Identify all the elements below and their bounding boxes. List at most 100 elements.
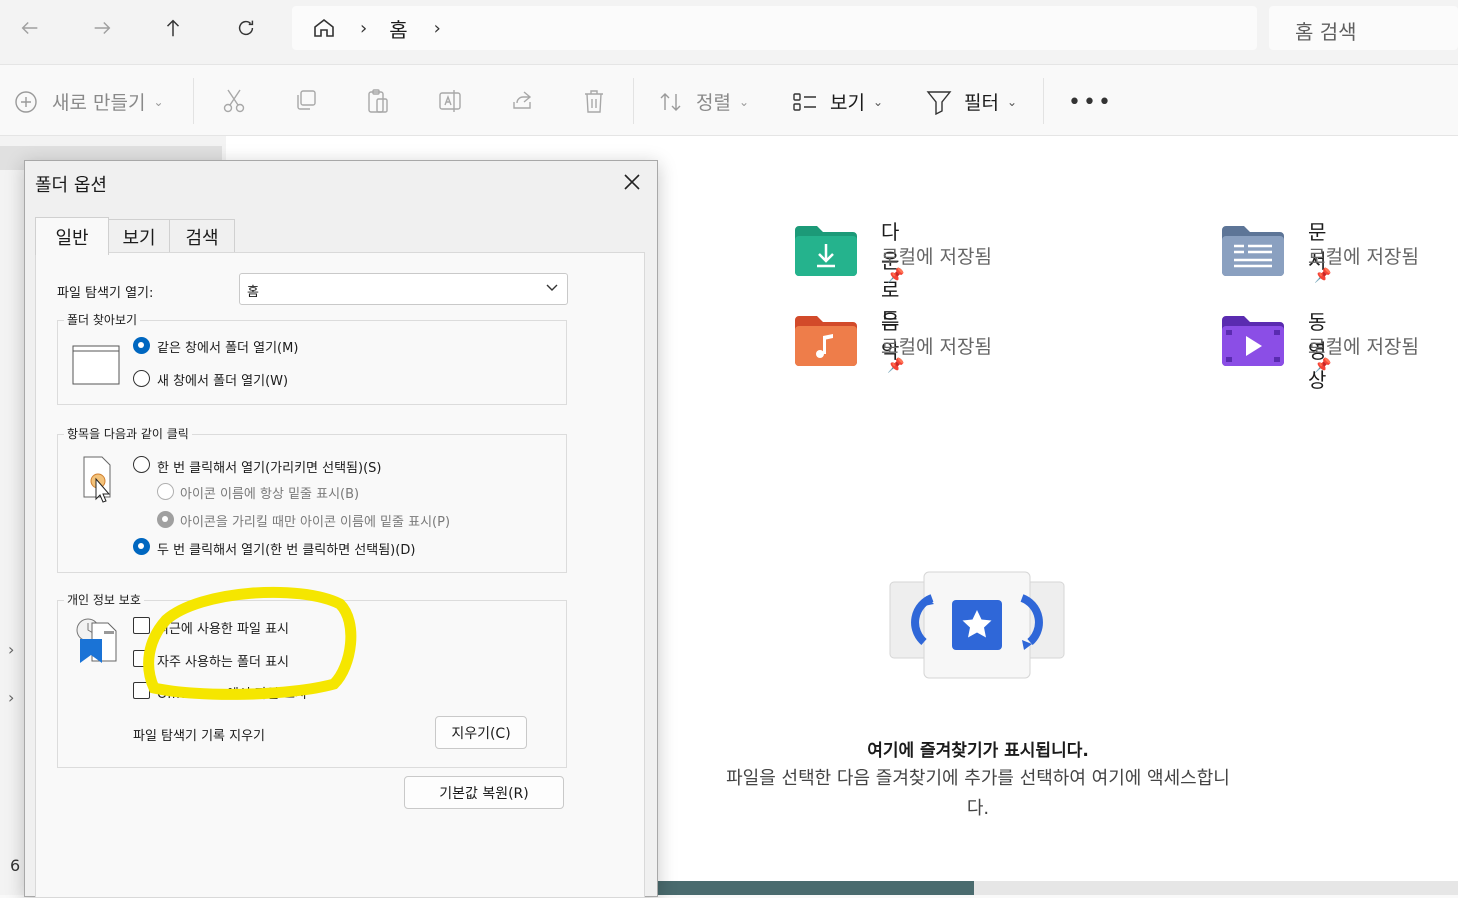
address-bar-row: › 홈 › 홈 검색: [0, 0, 1458, 65]
plus-circle-icon: [15, 90, 37, 113]
radio-single-click[interactable]: [133, 456, 150, 473]
chevron-right-icon[interactable]: ›: [360, 18, 367, 39]
checkbox-office-files[interactable]: [133, 682, 150, 699]
empty-favorites-description-line2: 다.: [966, 798, 990, 819]
downloads-folder-icon: [795, 226, 857, 276]
arrow-up-icon: [166, 19, 180, 37]
chevron-down-icon: ⌄: [872, 94, 884, 109]
click-cursor-icon: [83, 456, 111, 503]
videos-folder-icon: [1222, 316, 1284, 366]
radio-underline-always[interactable]: [157, 483, 174, 500]
underline-always-label[interactable]: 아이콘 이름에 항상 밑줄 표시(B): [180, 483, 359, 502]
open-explorer-value: 홈: [247, 285, 259, 300]
filter-button[interactable]: 필터 ⌄: [926, 88, 1017, 115]
single-click-label[interactable]: 한 번 클릭해서 열기(가리키면 선택됨)(S): [157, 457, 381, 476]
close-icon: [624, 174, 640, 190]
privacy-files-icon: [76, 618, 117, 663]
toolbar-separator: [193, 78, 194, 124]
clear-history-label: 파일 탐색기 기록 지우기: [133, 729, 265, 744]
radio-new-window[interactable]: [133, 370, 150, 387]
tab-search[interactable]: 검색: [169, 219, 235, 254]
search-input[interactable]: 홈 검색: [1269, 6, 1458, 50]
cut-icon[interactable]: [222, 88, 246, 114]
open-explorer-label: 파일 탐색기 열기:: [57, 286, 154, 301]
same-window-label[interactable]: 같은 창에서 폴더 열기(M): [157, 337, 298, 356]
nav-truncated-text: 6: [10, 856, 21, 875]
refresh-button[interactable]: [226, 8, 266, 48]
pin-icon: 📌: [1314, 358, 1332, 374]
office-files-label[interactable]: Office.com에서 파일 표시: [157, 683, 307, 702]
favorite-status: 로컬에 저장됨: [1308, 246, 1419, 268]
status-bar: [974, 881, 1458, 895]
share-icon[interactable]: [510, 88, 534, 112]
expand-chevron-icon[interactable]: ›: [8, 688, 14, 707]
more-options-icon[interactable]: •••: [1068, 90, 1113, 115]
search-placeholder: 홈 검색: [1295, 20, 1357, 44]
chevron-down-icon: [546, 284, 558, 291]
favorite-status: 로컬에 저장됨: [881, 336, 992, 358]
underline-hover-label[interactable]: 아이콘을 가리킬 때만 아이콘 이름에 밑줄 표시(P): [180, 511, 450, 530]
forward-button[interactable]: [82, 8, 122, 48]
documents-folder-icon: [1222, 226, 1284, 276]
recent-files-label[interactable]: 최근에 사용한 파일 표시: [157, 618, 289, 637]
radio-same-window[interactable]: [133, 337, 150, 354]
favorite-status: 로컬에 저장됨: [1308, 336, 1419, 358]
refresh-icon: [238, 20, 254, 36]
sort-icon: [660, 92, 681, 111]
expand-chevron-icon[interactable]: ›: [8, 640, 14, 659]
click-items-group: 항목을 다음과 같이 클릭 한 번 클릭해서 열기(가리키면 선택됨)(S) 아…: [57, 425, 567, 573]
folder-options-dialog: 폴더 옵션 일반 보기 검색 파일 탐색기 열기: 홈 폴더 찾아보기 같은 창…: [24, 160, 658, 898]
frequent-folders-label[interactable]: 자주 사용하는 폴더 표시: [157, 651, 289, 670]
back-button[interactable]: [10, 8, 50, 48]
restore-defaults-button[interactable]: 기본값 복원(R): [404, 776, 564, 809]
home-icon[interactable]: [312, 16, 336, 40]
radio-underline-hover[interactable]: [157, 511, 174, 528]
open-explorer-select[interactable]: 홈: [239, 273, 568, 305]
pin-icon: 📌: [887, 358, 905, 374]
music-folder-icon: [795, 316, 857, 366]
close-button[interactable]: [617, 167, 647, 197]
empty-favorites-description-line1: 파일을 선택한 다음 즐겨찾기에 추가를 선택하여 여기에 액세스합니: [726, 768, 1230, 789]
background-window-edge: [656, 881, 974, 895]
chevron-down-icon: ⌄: [1006, 94, 1018, 109]
privacy-group: 개인 정보 보호 최근에 사용한 파일 표시 자주 사용하는 폴더 표시 Off…: [57, 591, 567, 768]
click-items-legend: 항목을 다음과 같이 클릭: [64, 425, 192, 442]
checkbox-frequent-folders[interactable]: [133, 650, 150, 667]
tab-general[interactable]: 일반: [35, 217, 109, 255]
new-button[interactable]: 새로 만들기 ⌄: [14, 88, 164, 115]
tab-view[interactable]: 보기: [107, 219, 171, 254]
copy-icon[interactable]: [294, 88, 318, 112]
dialog-title: 폴더 옵션: [35, 175, 107, 196]
view-label: 보기: [830, 92, 865, 114]
delete-icon[interactable]: [582, 88, 606, 114]
checkbox-recent-files[interactable]: [133, 617, 150, 634]
browse-folders-legend: 폴더 찾아보기: [64, 311, 141, 328]
sort-button[interactable]: 정렬 ⌄: [658, 88, 749, 115]
breadcrumb-home[interactable]: 홈: [389, 14, 407, 43]
filter-icon: [926, 90, 952, 115]
new-label: 새로 만들기: [52, 92, 146, 114]
pin-icon: 📌: [1314, 268, 1332, 284]
radio-double-click[interactable]: [133, 538, 150, 555]
rename-icon[interactable]: [438, 88, 462, 114]
paste-icon[interactable]: [366, 88, 390, 114]
address-box[interactable]: › 홈 ›: [292, 6, 1257, 50]
arrow-right-icon: [94, 21, 111, 35]
sort-label: 정렬: [696, 92, 731, 114]
chevron-down-icon: ⌄: [738, 94, 750, 109]
view-button[interactable]: 보기 ⌄: [792, 88, 883, 115]
privacy-legend: 개인 정보 보호: [64, 591, 144, 608]
general-tab-panel: 파일 탐색기 열기: 홈 폴더 찾아보기 같은 창에서 폴더 열기(M) 새 창…: [35, 252, 645, 898]
favorites-illustration-icon: [889, 571, 1065, 679]
up-button[interactable]: [153, 8, 193, 48]
clear-history-button[interactable]: 지우기(C): [435, 716, 527, 749]
window-preview-icon: [72, 345, 120, 385]
browse-folders-group: 폴더 찾아보기 같은 창에서 폴더 열기(M) 새 창에서 폴더 열기(W): [57, 311, 567, 405]
double-click-label[interactable]: 두 번 클릭해서 열기(한 번 클릭하면 선택됨)(D): [157, 539, 415, 558]
filter-label: 필터: [964, 92, 999, 114]
new-window-label[interactable]: 새 창에서 폴더 열기(W): [157, 370, 288, 389]
toolbar-separator: [1043, 78, 1044, 124]
chevron-right-icon[interactable]: ›: [434, 18, 441, 39]
pin-icon: 📌: [887, 268, 905, 284]
favorite-status: 로컬에 저장됨: [881, 246, 992, 268]
